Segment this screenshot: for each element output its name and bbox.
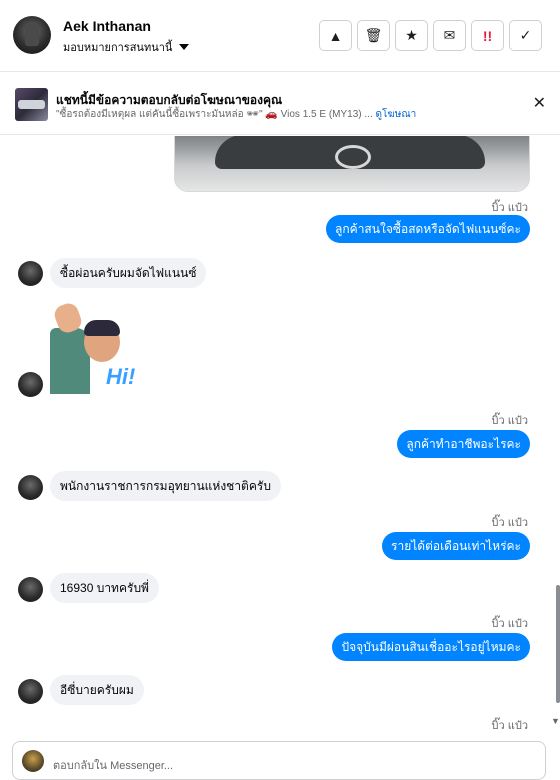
star-icon: ★ [405, 27, 418, 43]
assign-conversation-dropdown[interactable]: มอบหมายการสนทนานี้ [63, 38, 190, 56]
priority-icon: !! [482, 27, 493, 44]
sender-avatar [18, 475, 43, 500]
incoming-message[interactable]: 16930 บาทครับพี่ [50, 573, 159, 603]
ad-reply-banner: แชทนี้มีข้อความตอบกลับต่อโฆษณาของคุณ "ซื… [0, 73, 560, 135]
caret-down-icon [179, 44, 190, 50]
assign-label: มอบหมายการสนทนานี้ [63, 42, 173, 54]
thread-scrollbar[interactable] [556, 585, 560, 703]
seen-label: บิ๊ว แป๋ว [491, 618, 528, 630]
ad-caption: "ซื้อรถต้องมีเหตุผล แต่คันนี้ซื้อเพราะมั… [56, 109, 373, 120]
sender-avatar [18, 577, 43, 602]
outgoing-message[interactable]: ปัจจุบันมีผ่อนสินเชื่ออะไรอยู่ไหมคะ [332, 633, 530, 661]
sticker-hair [84, 320, 120, 336]
delete-button[interactable]: 🗑 [357, 20, 390, 51]
mail-icon: ✉ [443, 27, 456, 43]
reply-composer[interactable]: ตอบกลับใน Messenger... [12, 741, 546, 780]
report-spam-button[interactable]: ▲ [319, 20, 352, 51]
sender-avatar [18, 261, 43, 286]
action-toolbar: ▲ 🗑 ★ ✉ !! ✓ [319, 20, 542, 51]
ad-thumbnail [15, 88, 48, 121]
hi-sticker[interactable]: Hi! [50, 300, 145, 396]
seen-label: บิ๊ว แป๋ว [491, 202, 528, 214]
sticker-text: Hi! [106, 364, 136, 389]
incoming-message[interactable]: อีซี่บายครับผม [50, 675, 144, 705]
warning-icon: ▲ [328, 27, 343, 44]
outgoing-message[interactable]: รายได้ต่อเดือนเท่าไหร่คะ [382, 532, 530, 560]
mark-done-button[interactable]: ✓ [509, 20, 542, 51]
seen-label: บิ๊ว แป๋ว [491, 517, 528, 529]
message-thread[interactable]: บิ๊ว แป๋ว ลูกค้าสนใจซื้อสดหรือจัดไฟแนนซ์… [0, 136, 560, 740]
outgoing-message[interactable]: ลูกค้าสนใจซื้อสดหรือจัดไฟแนนซ์คะ [326, 215, 530, 243]
user-avatar[interactable] [13, 16, 51, 54]
scroll-down-icon[interactable]: ▼ [551, 716, 560, 726]
page-avatar [22, 750, 44, 772]
view-ad-link[interactable]: ดูโฆษณา [376, 109, 417, 120]
reply-input-placeholder[interactable]: ตอบกลับใน Messenger... [53, 756, 173, 774]
follow-up-button[interactable]: !! [471, 20, 504, 51]
outgoing-message[interactable]: ลูกค้าทำอาชีพอะไรคะ [397, 430, 530, 458]
close-icon[interactable]: ✕ [533, 93, 546, 113]
sender-avatar [18, 372, 43, 397]
conversation-header: Aek Inthanan มอบหมายการสนทนานี้ ▲ 🗑 ★ ✉ … [0, 0, 560, 72]
incoming-message[interactable]: พนักงานราชการกรมอุทยานแห่งชาติครับ [50, 471, 281, 501]
seen-label: บิ๊ว แป๋ว [491, 720, 528, 732]
car-photo-attachment[interactable] [174, 136, 530, 192]
mark-unread-button[interactable]: ✉ [433, 20, 466, 51]
incoming-message[interactable]: ซื้อผ่อนครับผมจัดไฟแนนซ์ [50, 258, 207, 288]
star-button[interactable]: ★ [395, 20, 428, 51]
sender-avatar [18, 679, 43, 704]
ad-banner-subtitle: "ซื้อรถต้องมีเหตุผล แต่คันนี้ซื้อเพราะมั… [56, 107, 416, 122]
trash-icon: 🗑 [364, 27, 383, 43]
user-name[interactable]: Aek Inthanan [63, 18, 151, 34]
seen-label: บิ๊ว แป๋ว [491, 415, 528, 427]
check-icon: ✓ [519, 27, 532, 43]
